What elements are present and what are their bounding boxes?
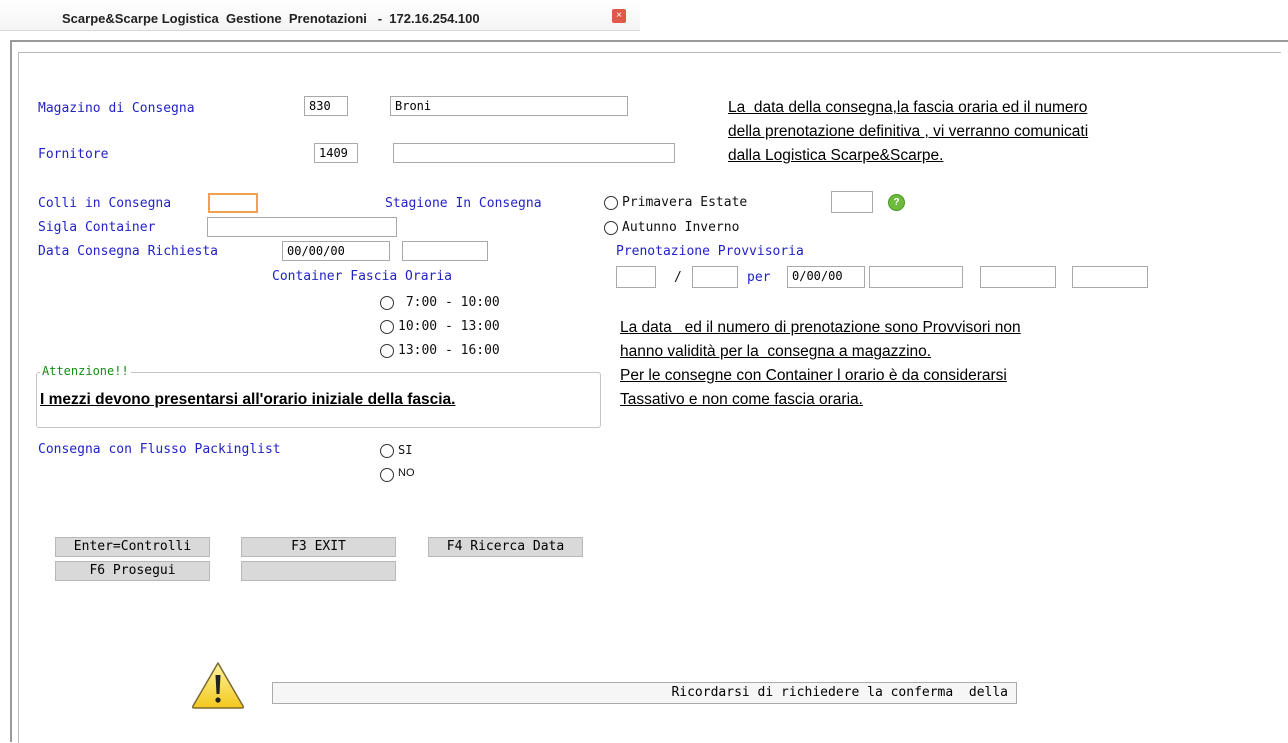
attenzione-legend: Attenzione!! [40,364,131,378]
sigla-container-field[interactable] [207,217,397,237]
sigla-container-label: Sigla Container [38,220,156,235]
data-consegna-label: Data Consegna Richiesta [38,244,219,259]
fascia-option: 7:00 - 10:00 [398,295,500,310]
autunno-inverno-label: Autunno Inverno [622,220,740,235]
notice-mid-line: Tassativo e non come fascia oraria. [620,391,863,408]
f6-prosegui-button[interactable]: F6 Prosegui [55,561,210,581]
warning-icon [191,662,245,709]
prenotazione-separator: / [674,270,682,285]
stagione-label: Stagione In Consegna [385,196,542,211]
colli-field[interactable] [208,193,258,213]
prenotazione-field-3[interactable] [869,266,963,288]
notice-top-line: La data della consegna,la fascia oraria … [728,99,1088,116]
magazzino-code-field[interactable]: 830 [304,96,348,116]
packinglist-si-label: SI [398,443,413,457]
prenotazione-field-4[interactable] [980,266,1056,288]
fornitore-name-field[interactable] [393,143,675,163]
close-icon[interactable]: × [612,9,626,23]
per-label: per [747,270,771,285]
primavera-estate-label: Primavera Estate [622,195,748,210]
prenotazione-label: Prenotazione Provvisoria [616,244,804,259]
prenotazione-field-5[interactable] [1072,266,1148,288]
data-consegna-field[interactable]: 00/00/00 [282,241,390,261]
packinglist-label: Consegna con Flusso Packinglist [38,442,281,457]
notice-mid-line: Per le consegne con Container l orario è… [620,367,1007,384]
notice-mid-line: La data ed il numero di prenotazione son… [620,319,1021,336]
notice-top-line: della prenotazione definitiva , vi verra… [728,123,1089,140]
prenotazione-field-1[interactable] [616,266,656,288]
status-message: Ricordarsi di richiedere la conferma del… [671,685,1008,700]
fascia-option: 10:00 - 13:00 [398,319,500,334]
data-consegna-extra-field[interactable] [402,241,488,261]
attenzione-text: I mezzi devono presentarsi all'orario in… [40,391,456,408]
blank-button[interactable] [241,561,396,581]
window-title: Scarpe&Scarpe Logistica Gestione Prenota… [62,11,480,26]
colli-label: Colli in Consegna [38,196,172,211]
fornitore-label: Fornitore [38,147,109,162]
notice-top-line: dalla Logistica Scarpe&Scarpe. [728,147,944,164]
prenotazione-field-2[interactable] [692,266,738,288]
notice-top: La data della consegna,la fascia oraria … [728,96,1088,168]
container-fascia-label: Container Fascia Oraria [272,269,453,284]
radio-autunno-inverno[interactable] [604,221,618,235]
notice-mid: La data ed il numero di prenotazione son… [620,316,1021,412]
stagione-code-field[interactable] [831,191,873,213]
radio-fascia-2[interactable] [380,320,394,334]
notice-mid-line: hanno validità per la consegna a magazzi… [620,343,932,360]
help-icon[interactable]: ? [888,194,905,211]
fascia-option: 13:00 - 16:00 [398,343,500,358]
enter-controlli-button[interactable]: Enter=Controlli [55,537,210,557]
radio-packinglist-si[interactable] [380,444,394,458]
radio-fascia-3[interactable] [380,344,394,358]
packinglist-no-label: NO [398,467,415,479]
magazzino-name-field[interactable]: Broni [390,96,628,116]
radio-packinglist-no[interactable] [380,468,394,482]
fornitore-code-field[interactable]: 1409 [314,143,358,163]
f3-exit-button[interactable]: F3 EXIT [241,537,396,557]
status-message-field: Ricordarsi di richiedere la conferma del… [272,682,1017,704]
magazzino-label: Magazino di Consegna [38,101,195,116]
f4-ricerca-data-button[interactable]: F4 Ricerca Data [428,537,583,557]
radio-primavera-estate[interactable] [604,196,618,210]
prenotazione-date-field[interactable]: 0/00/00 [787,266,865,288]
radio-fascia-1[interactable] [380,296,394,310]
